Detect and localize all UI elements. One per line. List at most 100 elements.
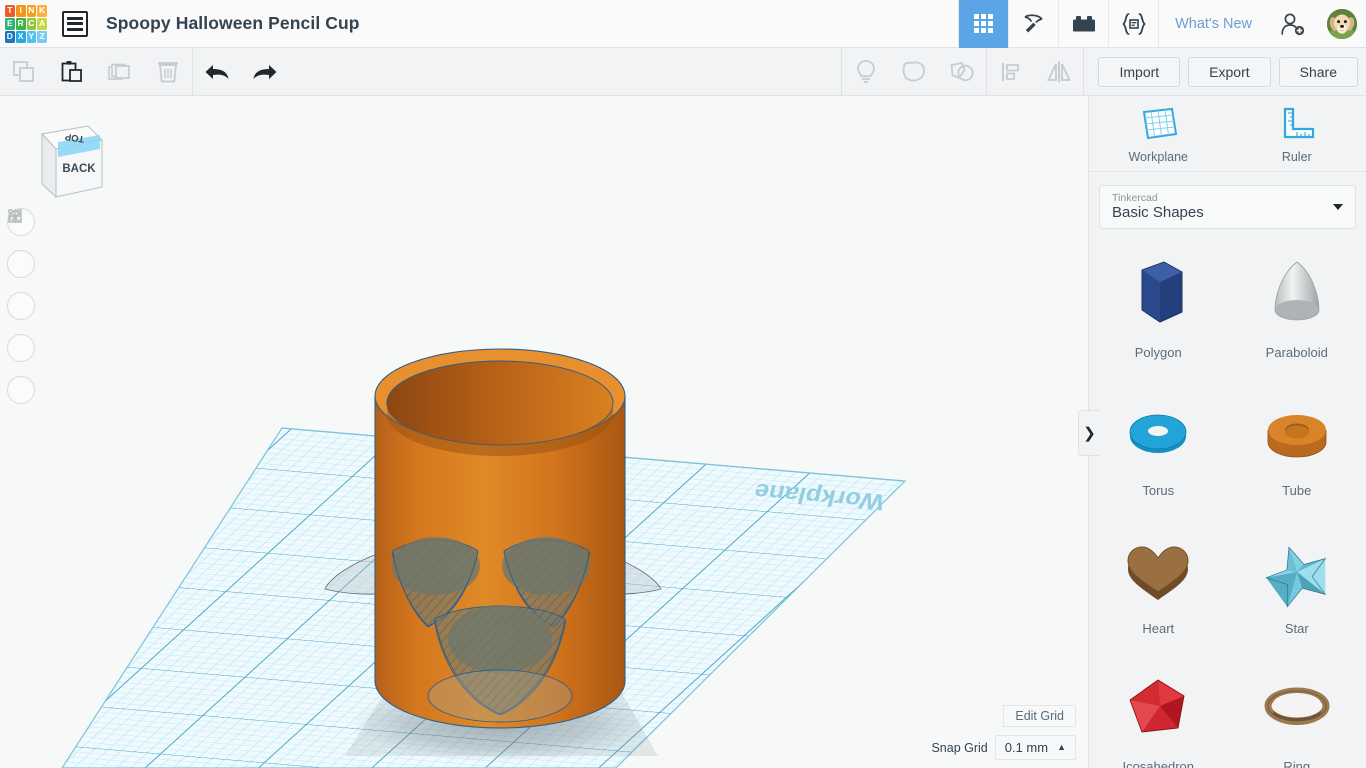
shape-item-torus[interactable]: Torus — [1089, 379, 1228, 517]
zoom-out-button[interactable] — [7, 215, 35, 362]
shape-item-star[interactable]: Star — [1228, 517, 1366, 655]
panel-tool-row: Workplane Ruler — [1089, 96, 1366, 172]
logo-tile-r: R — [15, 17, 26, 30]
mirror-button[interactable] — [1035, 48, 1083, 95]
trash-icon — [158, 61, 178, 82]
paste-button[interactable] — [48, 48, 96, 95]
fit-to-view-button[interactable] — [7, 209, 35, 278]
logo-tile-d: D — [5, 30, 15, 43]
shape-item-icosahedron[interactable]: Icosahedron — [1089, 655, 1228, 768]
paste-icon — [61, 60, 82, 82]
ruler-tool-label: Ruler — [1281, 149, 1312, 164]
shape-item-paraboloid[interactable]: Paraboloid — [1228, 241, 1366, 379]
logo-tile-y: Y — [26, 30, 37, 43]
heart-solid-icon — [1103, 523, 1213, 619]
view-cube-icon: TOP BACK — [41, 125, 104, 199]
copy-button[interactable] — [0, 48, 48, 95]
logo-tile-t: T — [5, 4, 15, 17]
shape-item-tube[interactable]: Tube — [1228, 379, 1366, 517]
hexagonal-prism-icon — [1103, 247, 1213, 343]
code-braces-icon — [1121, 12, 1146, 35]
grid-controls: Edit Grid Snap Grid 0.1 mm ▲ — [931, 705, 1076, 760]
chevron-right-icon: ❯ — [1083, 425, 1096, 442]
edit-grid-button[interactable]: Edit Grid — [1003, 705, 1076, 727]
shape-label-heart: Heart — [1142, 621, 1175, 636]
shape-label-star: Star — [1284, 621, 1309, 636]
copy-icon — [13, 60, 34, 82]
shape-item-heart[interactable]: Heart — [1089, 517, 1228, 655]
panel-collapse-handle[interactable]: ❯ — [1078, 410, 1100, 456]
cone-hole-mouth — [427, 605, 573, 723]
shape-label-tube: Tube — [1282, 483, 1312, 498]
top-header-bar: TINK ERCA DXYZ Spoopy Halloween Pencil Cup — [0, 0, 1366, 48]
snap-grid-select[interactable]: 0.1 mm ▲ — [994, 735, 1076, 760]
library-source-label: Tinkercad — [1112, 191, 1158, 204]
shape-label-icosahedron: Icosahedron — [1122, 759, 1195, 768]
redo-button[interactable] — [241, 48, 289, 95]
logo-tile-z: Z — [37, 30, 47, 43]
view-nav-buttons — [7, 208, 35, 418]
view-cube[interactable]: TOP BACK — [22, 114, 104, 204]
tinkercad-app: TINK ERCA DXYZ Spoopy Halloween Pencil Cup — [0, 0, 1366, 768]
align-button[interactable] — [987, 48, 1035, 95]
invite-person-button[interactable] — [1268, 0, 1318, 48]
group-button[interactable] — [890, 48, 938, 95]
view-cube-front-label: BACK — [62, 163, 96, 175]
nav-designs-grid[interactable] — [958, 0, 1009, 48]
projection-toggle-button[interactable] — [7, 209, 35, 404]
workplane-tool[interactable]: Workplane — [1089, 96, 1228, 171]
edit-toolbar: Import Export Share — [0, 48, 1366, 96]
icosahedron-icon — [1103, 661, 1213, 757]
share-button[interactable]: Share — [1278, 56, 1358, 87]
nav-pickaxe[interactable] — [1008, 0, 1058, 48]
mirror-icon — [1047, 61, 1072, 82]
chevron-up-icon: ▲ — [1057, 742, 1066, 752]
logo-tile-i: I — [15, 4, 26, 17]
logo-tile-n: N — [26, 4, 37, 17]
pickaxe-icon — [1024, 13, 1043, 32]
shape-label-paraboloid: Paraboloid — [1265, 345, 1328, 360]
document-list-icon[interactable] — [62, 10, 88, 37]
logo-tile-e: E — [5, 17, 15, 30]
undo-button[interactable] — [193, 48, 241, 95]
show-hide-button[interactable] — [842, 48, 890, 95]
user-avatar[interactable] — [1327, 8, 1357, 39]
redo-arrow-icon — [253, 64, 277, 79]
snap-grid-label: Snap Grid — [931, 740, 988, 755]
ungroup-shapes-icon — [951, 61, 975, 81]
shape-grid: Polygon Paraboloid Torus Tube Heart Star… — [1089, 241, 1366, 768]
workplane-grid-icon — [1143, 107, 1178, 139]
logo-tile-k: K — [37, 4, 47, 17]
whats-new-link[interactable]: What's New — [1158, 0, 1268, 48]
undo-arrow-icon — [205, 64, 229, 79]
duplicate-button[interactable] — [96, 48, 144, 95]
logo-tile-x: X — [15, 30, 26, 43]
shape-label-polygon: Polygon — [1134, 345, 1182, 360]
golden-retriever-puppy-avatar — [1327, 8, 1357, 39]
group-shapes-icon — [903, 61, 926, 81]
ungroup-button[interactable] — [938, 48, 986, 95]
tinkercad-logo[interactable]: TINK ERCA DXYZ — [4, 3, 48, 44]
nav-blocks[interactable] — [1058, 0, 1108, 48]
3d-viewport[interactable]: Workplane TOP BACK Edit Grid Snap Grid 0… — [0, 96, 1088, 768]
toolbar-divider-4 — [1083, 48, 1085, 95]
shape-item-polygon[interactable]: Polygon — [1089, 241, 1228, 379]
lightbulb-icon — [857, 59, 876, 83]
shapes-panel: Workplane Ruler Tinkercad Basic Shapes P… — [1088, 96, 1366, 768]
star-3d-icon — [1242, 523, 1352, 619]
dome-icon — [1242, 247, 1352, 343]
ruler-tool[interactable]: Ruler — [1228, 96, 1366, 171]
import-button[interactable]: Import — [1098, 56, 1181, 87]
delete-button[interactable] — [144, 48, 192, 95]
snap-grid-row: Snap Grid 0.1 mm ▲ — [931, 735, 1076, 760]
person-add-icon — [1281, 13, 1305, 35]
shape-item-ring[interactable]: Ring — [1228, 655, 1366, 768]
workplane-tool-label: Workplane — [1128, 149, 1189, 164]
logo-tile-a: A — [37, 17, 47, 30]
shape-library-dropdown[interactable]: Tinkercad Basic Shapes — [1099, 185, 1356, 229]
zoom-in-button[interactable] — [7, 210, 35, 320]
nav-codeblocks[interactable] — [1108, 0, 1158, 48]
chevron-down-icon — [1333, 204, 1343, 210]
align-icon — [1002, 62, 1020, 81]
export-button[interactable]: Export — [1188, 56, 1271, 87]
